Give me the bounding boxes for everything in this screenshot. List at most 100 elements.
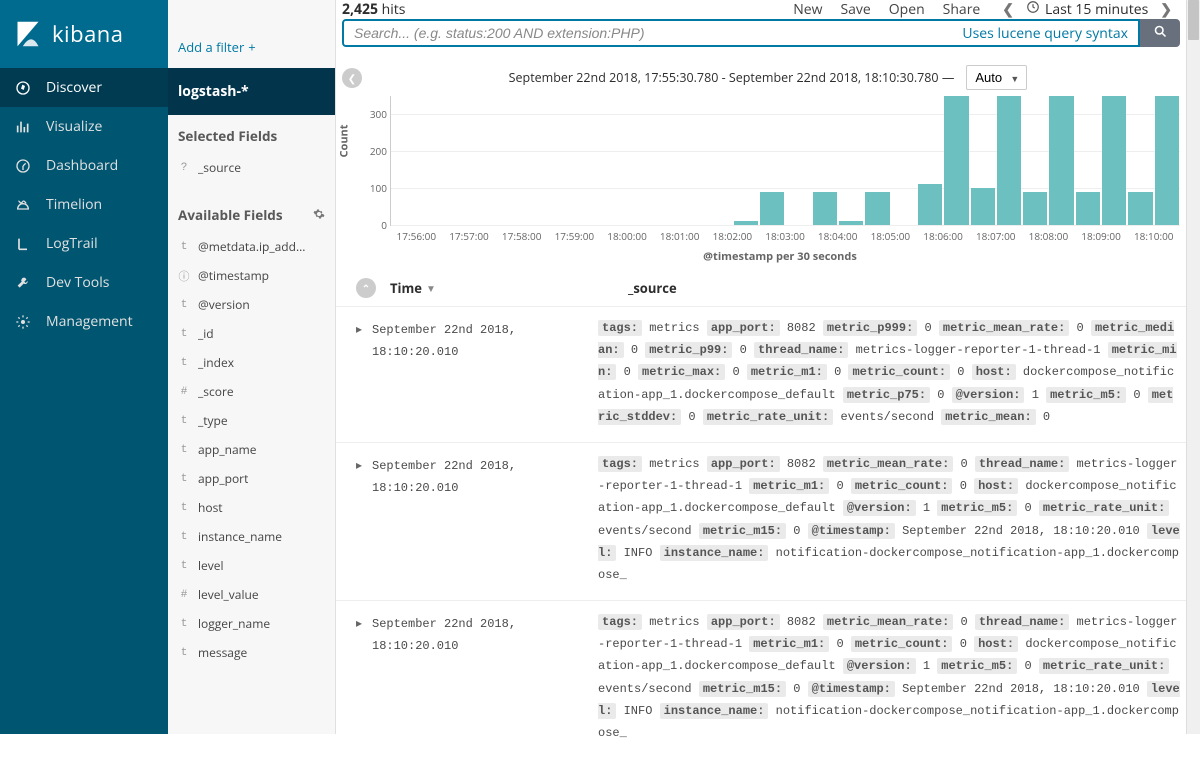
source-value: 0 — [961, 457, 968, 471]
source-value: 0 — [631, 343, 638, 357]
search-input[interactable] — [354, 25, 962, 41]
expand-row-icon[interactable]: ▸ — [356, 317, 372, 341]
source-value: 0 — [834, 365, 841, 379]
field-row[interactable]: t@metdata.ip_add... — [178, 232, 325, 261]
histogram-bar[interactable] — [1049, 96, 1073, 225]
histogram-bar[interactable] — [839, 221, 863, 225]
histogram-bar[interactable] — [813, 192, 837, 225]
field-row[interactable]: tapp_name — [178, 435, 325, 464]
histogram-bar[interactable] — [971, 188, 995, 225]
field-row[interactable]: t_id — [178, 319, 325, 348]
field-row[interactable]: tmessage — [178, 638, 325, 667]
field-name: logger_name — [198, 615, 270, 632]
lucene-syntax-hint[interactable]: Uses lucene query syntax — [962, 24, 1128, 43]
nav-item-visualize[interactable]: Visualize — [0, 107, 168, 146]
field-row[interactable]: #_score — [178, 377, 325, 406]
field-type-icon: t — [178, 328, 190, 340]
field-type-icon: t — [178, 502, 190, 514]
index-pattern-header[interactable]: logstash-* — [168, 68, 335, 115]
histogram-bar[interactable] — [1155, 96, 1179, 225]
field-row[interactable]: t@version — [178, 290, 325, 319]
collapse-left-icon[interactable]: ❮ — [342, 68, 362, 88]
selected-fields-title: Selected Fields — [178, 127, 325, 145]
source-value: 0 — [624, 365, 631, 379]
histogram-chart[interactable]: Count 0100200300 17:56:0017:57:0017:58:0… — [336, 96, 1200, 264]
source-value: metrics — [649, 457, 699, 471]
x-tick-label: 18:08:00 — [1022, 229, 1075, 243]
source-key: host: — [974, 478, 1018, 494]
source-key: metric_p999: — [823, 320, 917, 336]
open-link[interactable]: Open — [889, 0, 925, 19]
histogram-bar[interactable] — [918, 184, 942, 225]
save-link[interactable]: Save — [840, 0, 870, 19]
sort-desc-icon[interactable]: ▼ — [426, 281, 436, 295]
new-link[interactable]: New — [793, 0, 822, 19]
kibana-logo[interactable]: kibana — [0, 0, 168, 68]
field-row[interactable]: t_type — [178, 406, 325, 435]
field-row[interactable]: ⓘ@timestamp — [178, 261, 325, 290]
nav-item-discover[interactable]: Discover — [0, 68, 168, 107]
time-next-icon[interactable]: ❯ — [1156, 0, 1176, 19]
source-value: 0 — [1043, 410, 1050, 424]
kibana-logo-icon — [14, 20, 42, 48]
expand-row-icon[interactable]: ▸ — [356, 611, 372, 635]
field-row[interactable]: thost — [178, 493, 325, 522]
search-button[interactable] — [1140, 19, 1180, 47]
field-type-icon: t — [178, 299, 190, 311]
histogram-bar[interactable] — [1102, 96, 1126, 225]
time-prev-icon[interactable]: ❮ — [998, 0, 1018, 19]
histogram-bar[interactable] — [997, 96, 1021, 225]
hit-count-number: 2,425 — [342, 0, 378, 19]
source-value: 0 — [836, 637, 843, 651]
nav-item-timelion[interactable]: Timelion — [0, 185, 168, 224]
source-value: 0 — [688, 410, 695, 424]
brand-text: kibana — [52, 19, 124, 49]
source-column-header: _source — [628, 279, 1180, 297]
collapse-up-icon[interactable]: ⌃ — [356, 278, 376, 298]
nav-item-logtrail[interactable]: LogTrail — [0, 224, 168, 263]
source-value: 0 — [732, 365, 739, 379]
nav-item-management[interactable]: Management — [0, 302, 168, 341]
field-row[interactable]: #level_value — [178, 580, 325, 609]
time-picker[interactable]: Last 15 minutes — [1026, 0, 1148, 19]
management-icon — [14, 313, 32, 331]
field-row[interactable]: tinstance_name — [178, 522, 325, 551]
field-row[interactable]: t_index — [178, 348, 325, 377]
time-column-header[interactable]: Time — [390, 279, 422, 297]
add-filter-label: Add a filter — [178, 38, 244, 56]
histogram-bar[interactable] — [1076, 192, 1100, 225]
nav-item-dashboard[interactable]: Dashboard — [0, 146, 168, 185]
histogram-bar[interactable] — [1023, 192, 1047, 225]
field-type-icon: ? — [178, 162, 190, 174]
gear-icon[interactable] — [313, 206, 325, 224]
doc-source: tags: metrics app_port: 8082 metric_p999… — [598, 317, 1180, 428]
nav-item-devtools[interactable]: Dev Tools — [0, 263, 168, 302]
share-link[interactable]: Share — [943, 0, 981, 19]
source-key: metric_mean: — [941, 409, 1035, 425]
histogram-bar[interactable] — [734, 221, 758, 225]
nav-label: Timelion — [46, 195, 102, 214]
histogram-bar[interactable] — [865, 192, 889, 225]
plus-icon: + — [248, 38, 255, 56]
add-filter-link[interactable]: Add a filter + — [178, 38, 256, 56]
field-row[interactable]: tlevel — [178, 551, 325, 580]
histogram-bar[interactable] — [760, 192, 784, 225]
field-row[interactable]: t logger_name — [178, 609, 325, 638]
source-value: 0 — [1024, 501, 1031, 515]
source-value: 0 — [1133, 388, 1140, 402]
field-type-icon: t — [178, 357, 190, 369]
doc-time: September 22nd 2018, 18:10:20.010 — [372, 453, 598, 499]
expand-row-icon[interactable]: ▸ — [356, 453, 372, 477]
x-axis-label: @timestamp per 30 seconds — [380, 243, 1180, 264]
field-name: @metdata.ip_add... — [198, 238, 305, 255]
source-key: instance_name: — [660, 545, 769, 561]
source-value: 1 — [923, 501, 930, 515]
field-row[interactable]: tapp_port — [178, 464, 325, 493]
histogram-bar[interactable] — [1128, 192, 1152, 225]
histogram-bar[interactable] — [944, 96, 968, 225]
field-row[interactable]: ?_source — [178, 153, 325, 182]
field-type-icon: t — [178, 618, 190, 630]
source-value: 0 — [957, 365, 964, 379]
interval-select[interactable]: Auto — [966, 65, 1027, 90]
source-key: metric_p99: — [645, 342, 732, 358]
